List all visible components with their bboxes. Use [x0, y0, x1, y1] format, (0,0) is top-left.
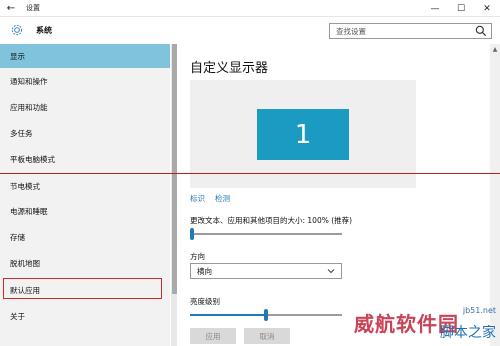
- sidebar-item-label: 脱机地图: [10, 258, 40, 268]
- sidebar-item-label: 平板电脑模式: [10, 154, 55, 164]
- close-button[interactable]: ✕: [474, 0, 500, 17]
- cancel-button[interactable]: 取消: [244, 328, 290, 344]
- display-links: 标识 检测: [190, 193, 230, 204]
- action-buttons: 应用 取消: [190, 328, 290, 344]
- sidebar-item-tablet-mode[interactable]: 平板电脑模式: [0, 147, 170, 171]
- scale-label: 更改文本、应用和其他项目的大小: 100% (推荐): [190, 216, 353, 225]
- sidebar-item-apps-features[interactable]: 应用和功能: [0, 95, 170, 119]
- watermark-text-3: 脚本之家: [440, 325, 496, 341]
- default-apps-highlight-box: [3, 278, 162, 299]
- brightness-label: 亮度级别: [190, 297, 220, 306]
- main-content: 自定义显示器 1 标识 检测 更改文本、应用和其他项目的大小: 100% (推荐…: [177, 44, 500, 346]
- back-button[interactable]: ←: [0, 0, 22, 17]
- scroll-up-icon[interactable]: ▲: [490, 44, 500, 54]
- gear-icon: [11, 24, 23, 36]
- page-title: 自定义显示器: [190, 61, 269, 76]
- sidebar-item-storage[interactable]: 存储: [0, 225, 170, 249]
- watermark-text-2: jb51.net: [462, 306, 496, 315]
- sidebar-item-label: 多任务: [10, 128, 33, 138]
- chevron-down-icon: [327, 269, 335, 274]
- sidebar-item-battery-saver[interactable]: 节电模式: [0, 174, 170, 198]
- sidebar-item-label: 电源和睡眠: [10, 206, 48, 216]
- sidebar-item-notifications[interactable]: 通知和操作: [0, 69, 170, 93]
- search-input[interactable]: 查找设置: [329, 23, 492, 39]
- sidebar-item-multitasking[interactable]: 多任务: [0, 121, 170, 145]
- detect-link[interactable]: 检测: [215, 193, 230, 204]
- window-title: 设置: [26, 4, 40, 12]
- title-bar: ← 设置 — ☐ ✕: [0, 0, 500, 17]
- monitor-number: 1: [294, 119, 312, 150]
- section-title: 系统: [36, 26, 52, 35]
- sidebar-item-display[interactable]: 显示: [0, 44, 170, 68]
- arrow-left-icon: ←: [6, 2, 16, 14]
- watermark: 威航软件园 jb51.net 脚本之家: [348, 306, 500, 346]
- sidebar-item-label: 存储: [10, 232, 25, 242]
- orientation-label: 方向: [190, 252, 205, 261]
- annotation-line: [0, 173, 500, 174]
- search-placeholder: 查找设置: [336, 26, 366, 36]
- apply-button[interactable]: 应用: [190, 328, 236, 344]
- sidebar-item-label: 显示: [10, 51, 25, 61]
- brightness-slider-fill: [190, 314, 266, 316]
- window-controls: — ☐ ✕: [422, 0, 500, 17]
- orientation-value: 横向: [197, 266, 212, 276]
- sidebar-item-offline-maps[interactable]: 脱机地图: [0, 251, 170, 275]
- sidebar-item-about[interactable]: 关于: [0, 304, 170, 328]
- scale-slider-track[interactable]: [190, 233, 342, 235]
- display-preview: 1: [190, 80, 416, 188]
- minimize-icon: —: [430, 3, 440, 14]
- maximize-icon: ☐: [456, 3, 466, 14]
- sidebar-item-label: 节电模式: [10, 181, 40, 191]
- brightness-slider-thumb[interactable]: [264, 309, 268, 321]
- search-icon: [475, 25, 487, 37]
- sidebar-item-label: 应用和功能: [10, 102, 48, 112]
- monitor-tile[interactable]: 1: [257, 109, 349, 160]
- sidebar-item-label: 关于: [10, 311, 25, 321]
- scale-slider-thumb[interactable]: [190, 228, 194, 240]
- minimize-button[interactable]: —: [422, 0, 448, 17]
- sidebar-item-power-sleep[interactable]: 电源和睡眠: [0, 199, 170, 223]
- close-icon: ✕: [483, 3, 491, 14]
- identify-link[interactable]: 标识: [190, 193, 205, 204]
- orientation-select[interactable]: 横向: [190, 263, 342, 279]
- sidebar-item-label: 通知和操作: [10, 76, 48, 86]
- sidebar: 显示 通知和操作 应用和功能 多任务 平板电脑模式 节电模式 电源和睡眠 存储 …: [0, 44, 170, 346]
- maximize-button[interactable]: ☐: [448, 0, 474, 17]
- settings-header: 系统 查找设置: [0, 17, 500, 44]
- main-scrollbar-track[interactable]: [490, 44, 500, 346]
